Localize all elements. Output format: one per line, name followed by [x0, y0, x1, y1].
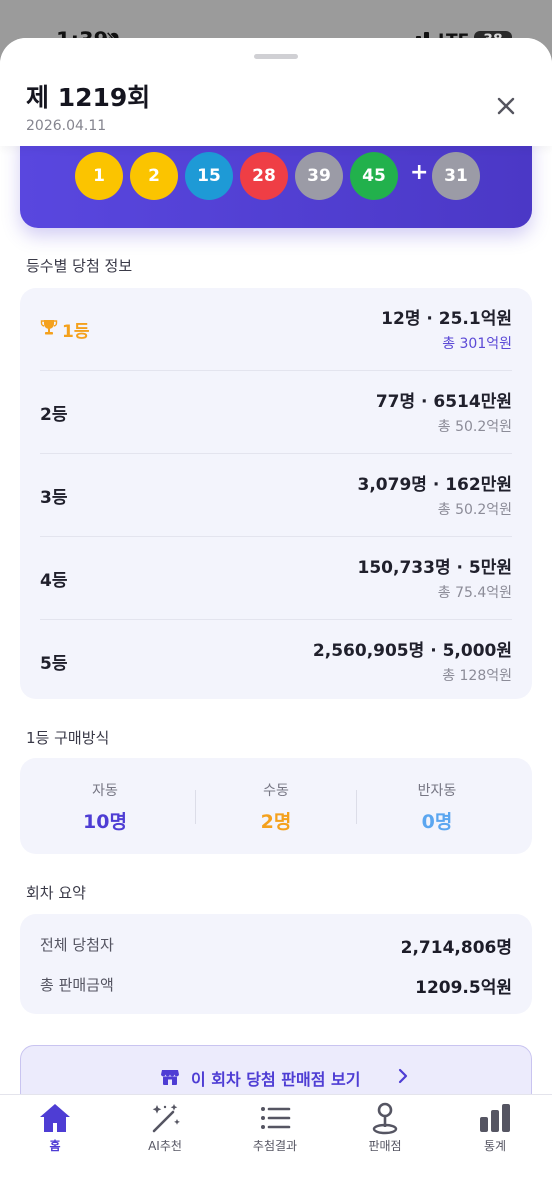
store-button-label: 이 회차 당첨 판매점 보기 — [191, 1070, 361, 1089]
method-card: 자동 10명 수동 2명 반자동 0명 — [20, 758, 532, 854]
rank-total: 총 301억원 — [442, 336, 512, 352]
list-icon — [261, 1107, 291, 1129]
method-value: 10명 — [83, 811, 127, 833]
trophy-icon — [40, 320, 58, 335]
rank-row-3: 3등 3,079명 · 162만원 총 50.2억원 — [20, 454, 532, 537]
number-ball: 15 — [185, 152, 233, 200]
method-section-label: 1등 구매방식 — [26, 729, 110, 747]
summary-section-label: 회차 요약 — [26, 884, 86, 902]
tab-home[interactable]: 홈 — [0, 1095, 110, 1175]
summary-card: 전체 당첨자 2,714,806명 총 판매금액 1209.5억원 — [20, 914, 532, 1014]
rank-total: 총 50.2억원 — [437, 419, 512, 435]
tab-stores[interactable]: 판매점 — [330, 1095, 440, 1175]
home-icon — [40, 1104, 70, 1132]
tab-label: 판매점 — [368, 1139, 402, 1153]
tab-draw-results[interactable]: 추첨결과 — [220, 1095, 330, 1175]
bottom-tab-bar: 홈 AI추천 추첨결과 판매점 통계 — [0, 1094, 552, 1200]
prize-card: 1등 12명 · 25.1억원 총 301억원 2등 77명 · 6514만원 … — [20, 288, 532, 699]
summary-label: 전체 당첨자 — [40, 936, 114, 954]
tab-label: 통계 — [483, 1139, 507, 1153]
rank-row-1: 1등 12명 · 25.1억원 총 301억원 — [20, 288, 532, 371]
method-semi-auto: 반자동 0명 — [352, 758, 522, 854]
method-label: 반자동 — [417, 783, 457, 799]
prize-section-label: 등수별 당첨 정보 — [26, 257, 133, 275]
rank-prize: 3,079명 · 162만원 — [357, 475, 512, 495]
magic-wand-icon — [152, 1104, 180, 1133]
tab-label: AI추천 — [148, 1139, 182, 1153]
summary-value: 1209.5억원 — [415, 978, 512, 998]
bar-chart-icon — [480, 1104, 510, 1132]
draw-date: 2026.04.11 — [26, 118, 107, 134]
rank-prize: 2,560,905명 · 5,000원 — [312, 641, 512, 661]
tab-label: 추첨결과 — [252, 1139, 298, 1153]
bonus-ball: 31 — [432, 152, 480, 200]
method-auto: 자동 10명 — [20, 758, 190, 854]
summary-label: 총 판매금액 — [40, 976, 114, 994]
plus-sign: + — [410, 160, 429, 185]
rank-name: 2등 — [40, 405, 68, 425]
method-manual: 수동 2명 — [191, 758, 361, 854]
rank-row-2: 2등 77명 · 6514만원 총 50.2억원 — [20, 371, 532, 454]
page-title: 제 1219회 — [26, 83, 151, 112]
store-icon — [161, 1070, 179, 1085]
rank-name: 4등 — [40, 571, 68, 591]
rank-prize: 12명 · 25.1억원 — [381, 309, 512, 329]
chevron-right-icon — [398, 1068, 408, 1084]
close-icon[interactable] — [488, 88, 524, 124]
rank-row-5: 5등 2,560,905명 · 5,000원 총 128억원 — [20, 620, 532, 703]
summary-value: 2,714,806명 — [400, 938, 512, 958]
rank-row-4: 4등 150,733명 · 5만원 총 75.4억원 — [20, 537, 532, 620]
rank-total: 총 50.2억원 — [437, 502, 512, 518]
rank-name: 1등 — [62, 322, 90, 342]
rank-prize: 77명 · 6514만원 — [375, 392, 512, 412]
rank-name: 3등 — [40, 488, 68, 508]
number-ball: 45 — [350, 152, 398, 200]
rank-prize: 150,733명 · 5만원 — [357, 558, 512, 578]
method-label: 수동 — [263, 783, 289, 799]
number-ball: 28 — [240, 152, 288, 200]
number-ball: 1 — [75, 152, 123, 200]
map-pin-icon — [372, 1102, 398, 1135]
tab-statistics[interactable]: 통계 — [440, 1095, 550, 1175]
tab-label: 홈 — [49, 1139, 61, 1153]
method-label: 자동 — [92, 783, 118, 799]
rank-total: 총 75.4억원 — [437, 585, 512, 601]
number-ball: 39 — [295, 152, 343, 200]
sheet-grabber[interactable] — [254, 54, 298, 59]
rank-name: 5등 — [40, 654, 68, 674]
tab-ai-recommend[interactable]: AI추천 — [110, 1095, 220, 1175]
method-value: 0명 — [421, 811, 453, 833]
sheet-header: 제 1219회 2026.04.11 — [0, 38, 552, 146]
rank-total: 총 128억원 — [442, 668, 512, 684]
draw-detail-sheet: 제 1219회 2026.04.11 1 2 15 28 39 45 + 31 … — [0, 38, 552, 1200]
method-value: 2명 — [260, 811, 292, 833]
number-ball: 2 — [130, 152, 178, 200]
